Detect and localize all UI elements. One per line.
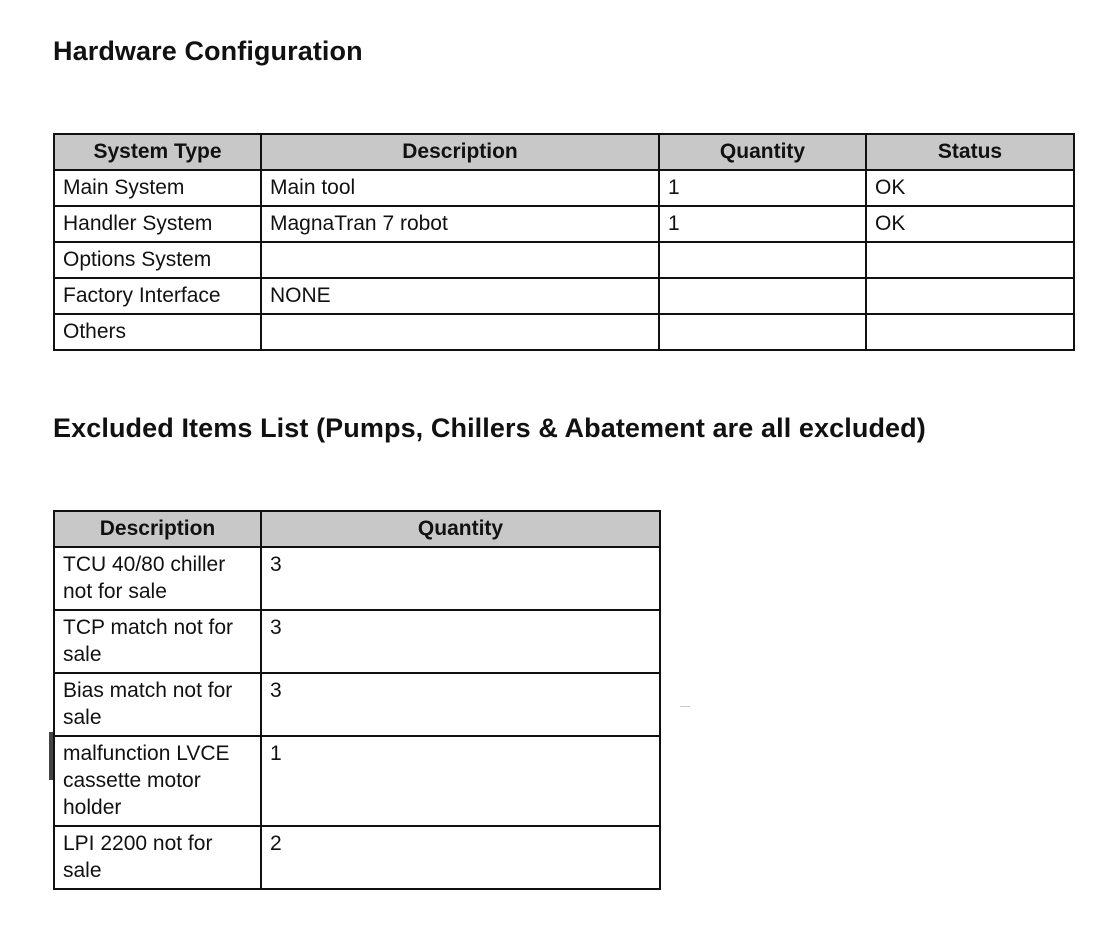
column-header-description: Description (260, 133, 660, 171)
cell-description: Main tool (260, 169, 660, 207)
cell-system-type: Options System (53, 241, 262, 279)
cell-description: TCU 40/80 chiller not for sale (53, 546, 262, 611)
table-row: Main System Main tool 1 OK (53, 169, 1075, 207)
cell-quantity: 1 (658, 205, 867, 243)
table-row: TCP match not for sale 3 (53, 609, 661, 674)
margin-mark (49, 732, 53, 780)
cell-status (865, 241, 1075, 279)
cell-description: Bias match not for sale (53, 672, 262, 737)
cell-status (865, 277, 1075, 315)
table-row: LPI 2200 not for sale 2 (53, 825, 661, 890)
table-row: malfunction LVCE cassette motor holder 1 (53, 735, 661, 827)
cell-system-type: Others (53, 313, 262, 351)
cell-description (260, 313, 660, 351)
cell-description: NONE (260, 277, 660, 315)
cell-quantity: 1 (260, 735, 661, 827)
cell-quantity (658, 241, 867, 279)
cell-description: MagnaTran 7 robot (260, 205, 660, 243)
cell-quantity: 3 (260, 546, 661, 611)
cell-description: LPI 2200 not for sale (53, 825, 262, 890)
cell-description: TCP match not for sale (53, 609, 262, 674)
excluded-items-table: Description Quantity TCU 40/80 chiller n… (53, 510, 661, 890)
cell-status: OK (865, 169, 1075, 207)
hardware-configuration-table: System Type Description Quantity Status … (53, 133, 1075, 351)
column-header-status: Status (865, 133, 1075, 171)
cell-status (865, 313, 1075, 351)
cell-system-type: Main System (53, 169, 262, 207)
column-header-system-type: System Type (53, 133, 262, 171)
column-header-quantity: Quantity (260, 510, 661, 548)
cell-system-type: Handler System (53, 205, 262, 243)
cell-quantity: 3 (260, 609, 661, 674)
excluded-items-heading: Excluded Items List (Pumps, Chillers & A… (53, 413, 926, 443)
table-header-row: System Type Description Quantity Status (53, 133, 1075, 171)
cell-description: malfunction LVCE cassette motor holder (53, 735, 262, 827)
cell-quantity: 2 (260, 825, 661, 890)
column-header-quantity: Quantity (658, 133, 867, 171)
cell-quantity: 3 (260, 672, 661, 737)
cell-system-type: Factory Interface (53, 277, 262, 315)
table-row: Factory Interface NONE (53, 277, 1075, 315)
column-header-description: Description (53, 510, 262, 548)
table-row: Handler System MagnaTran 7 robot 1 OK (53, 205, 1075, 243)
cell-description (260, 241, 660, 279)
cell-status: OK (865, 205, 1075, 243)
cell-quantity: 1 (658, 169, 867, 207)
stray-dash (680, 706, 690, 707)
table-row: TCU 40/80 chiller not for sale 3 (53, 546, 661, 611)
table-header-row: Description Quantity (53, 510, 661, 548)
cell-quantity (658, 277, 867, 315)
table-row: Bias match not for sale 3 (53, 672, 661, 737)
table-row: Others (53, 313, 1075, 351)
cell-quantity (658, 313, 867, 351)
table-row: Options System (53, 241, 1075, 279)
hardware-configuration-heading: Hardware Configuration (53, 36, 363, 66)
